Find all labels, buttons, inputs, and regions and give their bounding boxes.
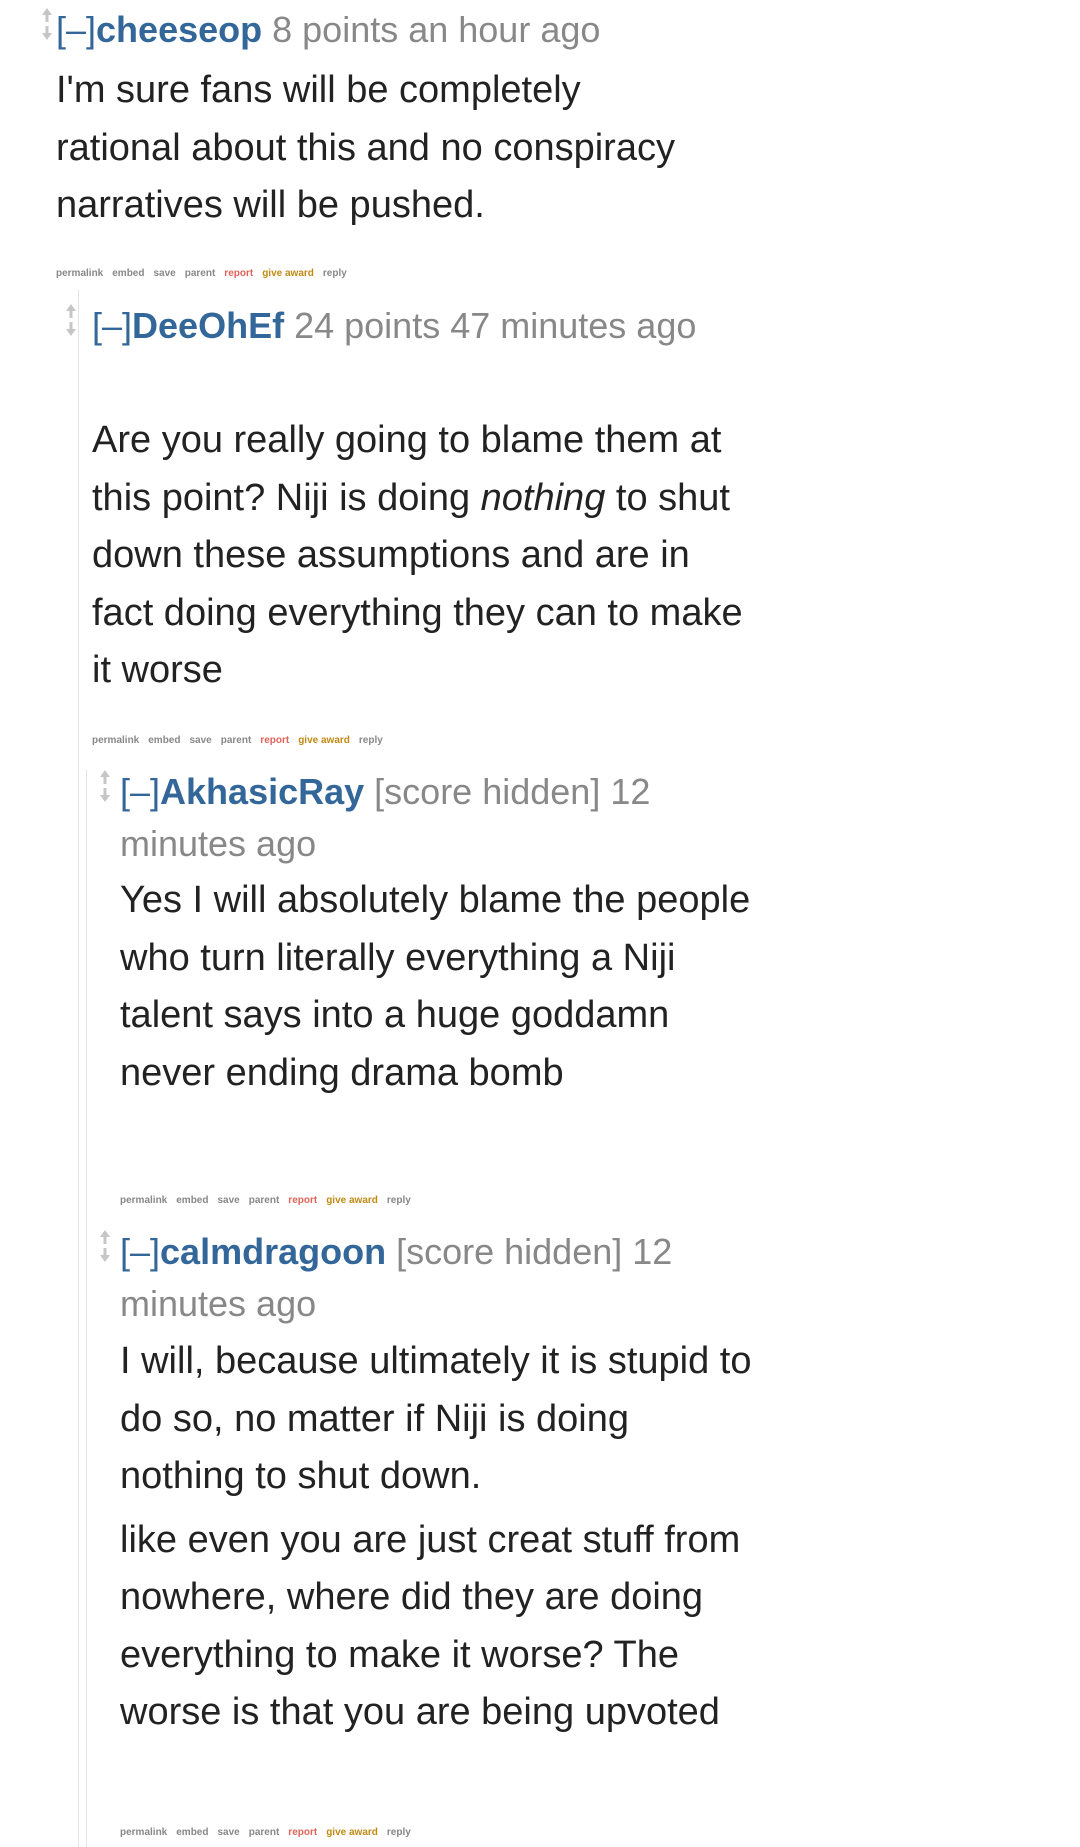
comment-actions: permalink embed save parent report give award… — [120, 1195, 420, 1207]
comment-author[interactable]: calmdragoon — [160, 1231, 386, 1272]
comment-tagline: [–]calmdragoon [score hidden] 12 minutes… — [120, 1226, 750, 1330]
save-link[interactable]: save — [217, 1827, 239, 1838]
comment-body: Yes I will absolutely blame the people w… — [120, 872, 760, 1102]
parent-link[interactable]: parent — [185, 268, 216, 279]
thread-line-level-1 — [78, 290, 79, 1847]
vote-arrows-icon[interactable] — [64, 302, 84, 338]
comment-paragraph: like even you are just creat stuff from … — [120, 1518, 741, 1734]
save-link[interactable]: save — [153, 268, 175, 279]
comment-actions: permalink embed save parent report give award… — [120, 1827, 420, 1839]
comment-author[interactable]: cheeseop — [96, 9, 262, 50]
parent-link[interactable]: parent — [249, 1195, 280, 1206]
save-link[interactable]: save — [217, 1195, 239, 1206]
comment-tagline: [–]DeeOhEf 24 points 47 minutes ago — [92, 300, 722, 352]
comment-actions: permalink embed save parent report give award… — [92, 735, 392, 747]
reply-link[interactable]: reply — [323, 268, 347, 279]
embed-link[interactable]: embed — [148, 735, 180, 746]
collapse-toggle[interactable]: [–] — [92, 305, 132, 346]
permalink-link[interactable]: permalink — [120, 1827, 167, 1838]
comment-body: I'm sure fans will be completely rationa… — [56, 62, 686, 235]
comment-meta: 24 points 47 minutes ago — [294, 305, 697, 346]
report-link[interactable]: report — [288, 1195, 317, 1206]
thread-line-level-2 — [86, 770, 87, 1847]
collapse-toggle[interactable]: [–] — [120, 771, 160, 812]
comment-body: Are you really going to blame them at th… — [92, 412, 752, 700]
comment-author[interactable]: DeeOhEf — [132, 305, 284, 346]
comment-author[interactable]: AkhasicRay — [160, 771, 364, 812]
comment-body: I will, because ultimately it is stupid … — [120, 1333, 760, 1742]
reply-link[interactable]: reply — [387, 1195, 411, 1206]
comment-tagline: [–]cheeseop 8 points an hour ago — [56, 4, 600, 56]
parent-link[interactable]: parent — [221, 735, 252, 746]
save-link[interactable]: save — [189, 735, 211, 746]
permalink-link[interactable]: permalink — [56, 268, 103, 279]
give-award-link[interactable]: give award — [326, 1195, 378, 1206]
vote-arrows-icon[interactable] — [98, 1228, 118, 1264]
reply-link[interactable]: reply — [387, 1827, 411, 1838]
give-award-link[interactable]: give award — [298, 735, 350, 746]
embed-link[interactable]: embed — [176, 1195, 208, 1206]
collapse-toggle[interactable]: [–] — [120, 1231, 160, 1272]
comment-paragraph: I will, because ultimately it is stupid … — [120, 1340, 752, 1497]
report-link[interactable]: report — [288, 1827, 317, 1838]
comment-meta: 8 points an hour ago — [272, 9, 601, 50]
embed-link[interactable]: embed — [176, 1827, 208, 1838]
vote-arrows-icon[interactable] — [98, 768, 118, 804]
permalink-link[interactable]: permalink — [92, 735, 139, 746]
permalink-link[interactable]: permalink — [120, 1195, 167, 1206]
report-link[interactable]: report — [224, 268, 253, 279]
comment-tagline: [–]AkhasicRay [score hidden] 12 minutes … — [120, 766, 750, 870]
embed-link[interactable]: embed — [112, 268, 144, 279]
comment-actions: permalink embed save parent report give award… — [56, 268, 356, 280]
comment-paragraph: I'm sure fans will be completely rationa… — [56, 69, 675, 226]
give-award-link[interactable]: give award — [262, 268, 314, 279]
parent-link[interactable]: parent — [249, 1827, 280, 1838]
reply-link[interactable]: reply — [359, 735, 383, 746]
comment-paragraph: Yes I will absolutely blame the people w… — [120, 879, 751, 1094]
report-link[interactable]: report — [260, 735, 289, 746]
comment-emphasis: nothing — [480, 476, 606, 519]
collapse-toggle[interactable]: [–] — [56, 9, 96, 50]
comment-paragraph: Are you really going to blame them at th… — [92, 412, 752, 700]
give-award-link[interactable]: give award — [326, 1827, 378, 1838]
